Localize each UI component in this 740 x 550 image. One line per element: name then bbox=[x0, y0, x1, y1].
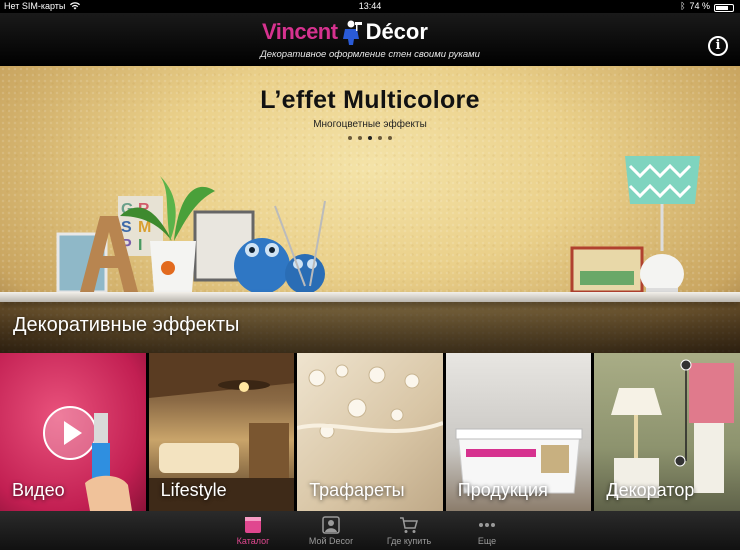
logo-painter-icon bbox=[342, 20, 362, 45]
page-dot[interactable] bbox=[348, 136, 352, 140]
status-bar: Нет SIM-карты 13:44 ᛒ 74 % bbox=[0, 0, 740, 13]
battery-percent: 74 % bbox=[689, 1, 710, 11]
logo-text-decor: Décor bbox=[365, 19, 428, 44]
tab-catalog[interactable]: Каталог bbox=[214, 511, 292, 550]
shelf bbox=[0, 292, 740, 302]
info-icon[interactable]: i bbox=[708, 36, 728, 56]
tile-decorator[interactable]: Декоратор bbox=[594, 353, 740, 511]
hero-banner[interactable]: L’effet Multicolore Многоцветные эффекты… bbox=[0, 66, 740, 353]
tab-label: Где купить bbox=[386, 536, 432, 546]
tile-label: Видео bbox=[12, 480, 65, 500]
tile-products[interactable]: Продукция bbox=[445, 353, 592, 511]
battery-icon bbox=[714, 3, 734, 12]
bluetooth-icon: ᛒ bbox=[680, 1, 686, 11]
section-title: Декоративные эффекты bbox=[13, 314, 240, 336]
profile-icon bbox=[322, 516, 340, 534]
tile-label: Продукция bbox=[457, 480, 548, 500]
category-tiles: Видео Lifestyle Трафареты Продукция Деко… bbox=[0, 353, 740, 511]
tile-label: Трафареты bbox=[309, 480, 405, 500]
svg-text:S: S bbox=[121, 219, 132, 236]
tab-more[interactable]: Еще bbox=[448, 511, 526, 550]
status-time: 13:44 bbox=[358, 1, 382, 11]
catalog-icon bbox=[245, 517, 261, 533]
app-logo: Vincent Décor bbox=[262, 18, 482, 46]
tile-label: Декоратор bbox=[606, 480, 695, 500]
app-tagline: Декоративное оформление стен своими рука… bbox=[260, 49, 480, 60]
tab-where-to-buy[interactable]: Где купить bbox=[370, 511, 448, 550]
shelf-decor-illustration: G R S M P I bbox=[56, 156, 700, 294]
app-header: Vincent Décor Декоративное оформление ст… bbox=[0, 13, 740, 66]
page-dot[interactable] bbox=[378, 136, 382, 140]
page-indicator[interactable] bbox=[0, 136, 740, 140]
svg-text:I: I bbox=[138, 237, 142, 254]
cart-icon bbox=[400, 517, 418, 533]
page-dot[interactable] bbox=[388, 136, 392, 140]
tab-label: Каталог bbox=[236, 536, 270, 546]
hero-subtitle: Многоцветные эффекты bbox=[313, 119, 427, 130]
logo-text-vincent: Vincent bbox=[262, 19, 338, 44]
roller-hand-illustration bbox=[85, 413, 132, 511]
tile-video[interactable]: Видео bbox=[0, 353, 146, 511]
hero-title: L’effet Multicolore bbox=[260, 86, 480, 114]
tab-my-decor[interactable]: Мой Decor bbox=[292, 511, 370, 550]
tab-bar: Каталог Мой Decor Где купить Еще bbox=[0, 511, 740, 550]
page-dot[interactable] bbox=[368, 136, 372, 140]
tile-lifestyle[interactable]: Lifestyle bbox=[148, 353, 295, 511]
tile-stencils[interactable]: Трафареты bbox=[297, 353, 443, 511]
tile-label: Lifestyle bbox=[160, 480, 227, 500]
page-dot[interactable] bbox=[358, 136, 362, 140]
more-icon bbox=[479, 523, 495, 527]
tab-label: Еще bbox=[477, 536, 497, 546]
tab-label: Мой Decor bbox=[308, 536, 354, 546]
